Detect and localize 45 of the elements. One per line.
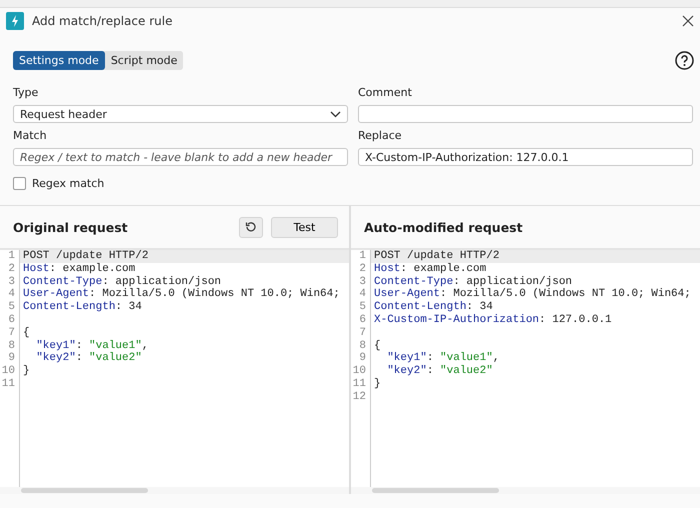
code-line: Content-Type: application/json — [373, 276, 574, 288]
line-number: 12 — [351, 390, 371, 404]
window-title: Add match/replace rule — [32, 14, 174, 28]
chevron-down-icon — [330, 110, 341, 118]
type-label: Type — [13, 85, 40, 101]
help-icon[interactable] — [675, 51, 694, 70]
mode-tab[interactable]: Settings mode — [13, 51, 105, 70]
line-number: 10 — [351, 365, 371, 378]
line-number: 11 — [0, 378, 20, 391]
close-icon[interactable] — [682, 15, 694, 27]
line-number: 10 — [0, 365, 20, 378]
code-line: "key1": "value1", — [35, 340, 150, 352]
code-line: Content-Type: application/json — [22, 276, 222, 288]
regex-label: Regex match — [32, 176, 104, 190]
code-line: } — [373, 378, 382, 391]
replace-field[interactable]: X-Custom-IP-Authorization: 127.0.0.1 — [358, 148, 693, 166]
match-label: Match — [13, 128, 48, 144]
code-line: Host: example.com — [22, 262, 136, 276]
code-line: "key2": "value2" — [386, 365, 494, 378]
code-line: X-Custom-IP-Authorization: 127.0.0.1 — [373, 314, 613, 327]
regex-checkbox[interactable] — [13, 176, 26, 190]
code-line: Content-Length: 34 — [373, 301, 494, 314]
code-line: "key2": "value2" — [35, 352, 143, 366]
line-number: 11 — [351, 378, 371, 391]
app-logo-icon — [6, 12, 24, 30]
code-line: { — [22, 326, 31, 340]
reset-button[interactable] — [239, 216, 263, 238]
code-line: User-Agent: Mozilla/5.0 (Windows NT 10.0; Win64; — [22, 288, 341, 301]
comment-field[interactable] — [358, 105, 693, 123]
panel-title: Auto-modified request — [364, 220, 524, 234]
reset-icon — [245, 221, 257, 233]
scrollbar-thumb[interactable] — [21, 488, 148, 493]
panel-title: Original request — [13, 220, 129, 234]
code-line: Content-Length: 34 — [22, 301, 143, 314]
code-line: Host: example.com — [373, 262, 488, 276]
test-button[interactable]: Test — [271, 216, 338, 238]
code-line: "key1": "value1", — [386, 352, 500, 365]
replace-label: Replace — [358, 128, 403, 144]
code-line: User-Agent: Mozilla/5.0 (Windows NT 10.0; Win64; — [373, 288, 692, 301]
code-line: } — [22, 365, 31, 378]
comment-label: Comment — [358, 85, 413, 101]
scrollbar-thumb[interactable] — [372, 488, 499, 493]
code-line: { — [373, 340, 382, 352]
match-field[interactable]: Regex / text to match - leave blank to add a new header — [13, 148, 348, 166]
type-dropdown[interactable]: Request header — [13, 105, 348, 123]
